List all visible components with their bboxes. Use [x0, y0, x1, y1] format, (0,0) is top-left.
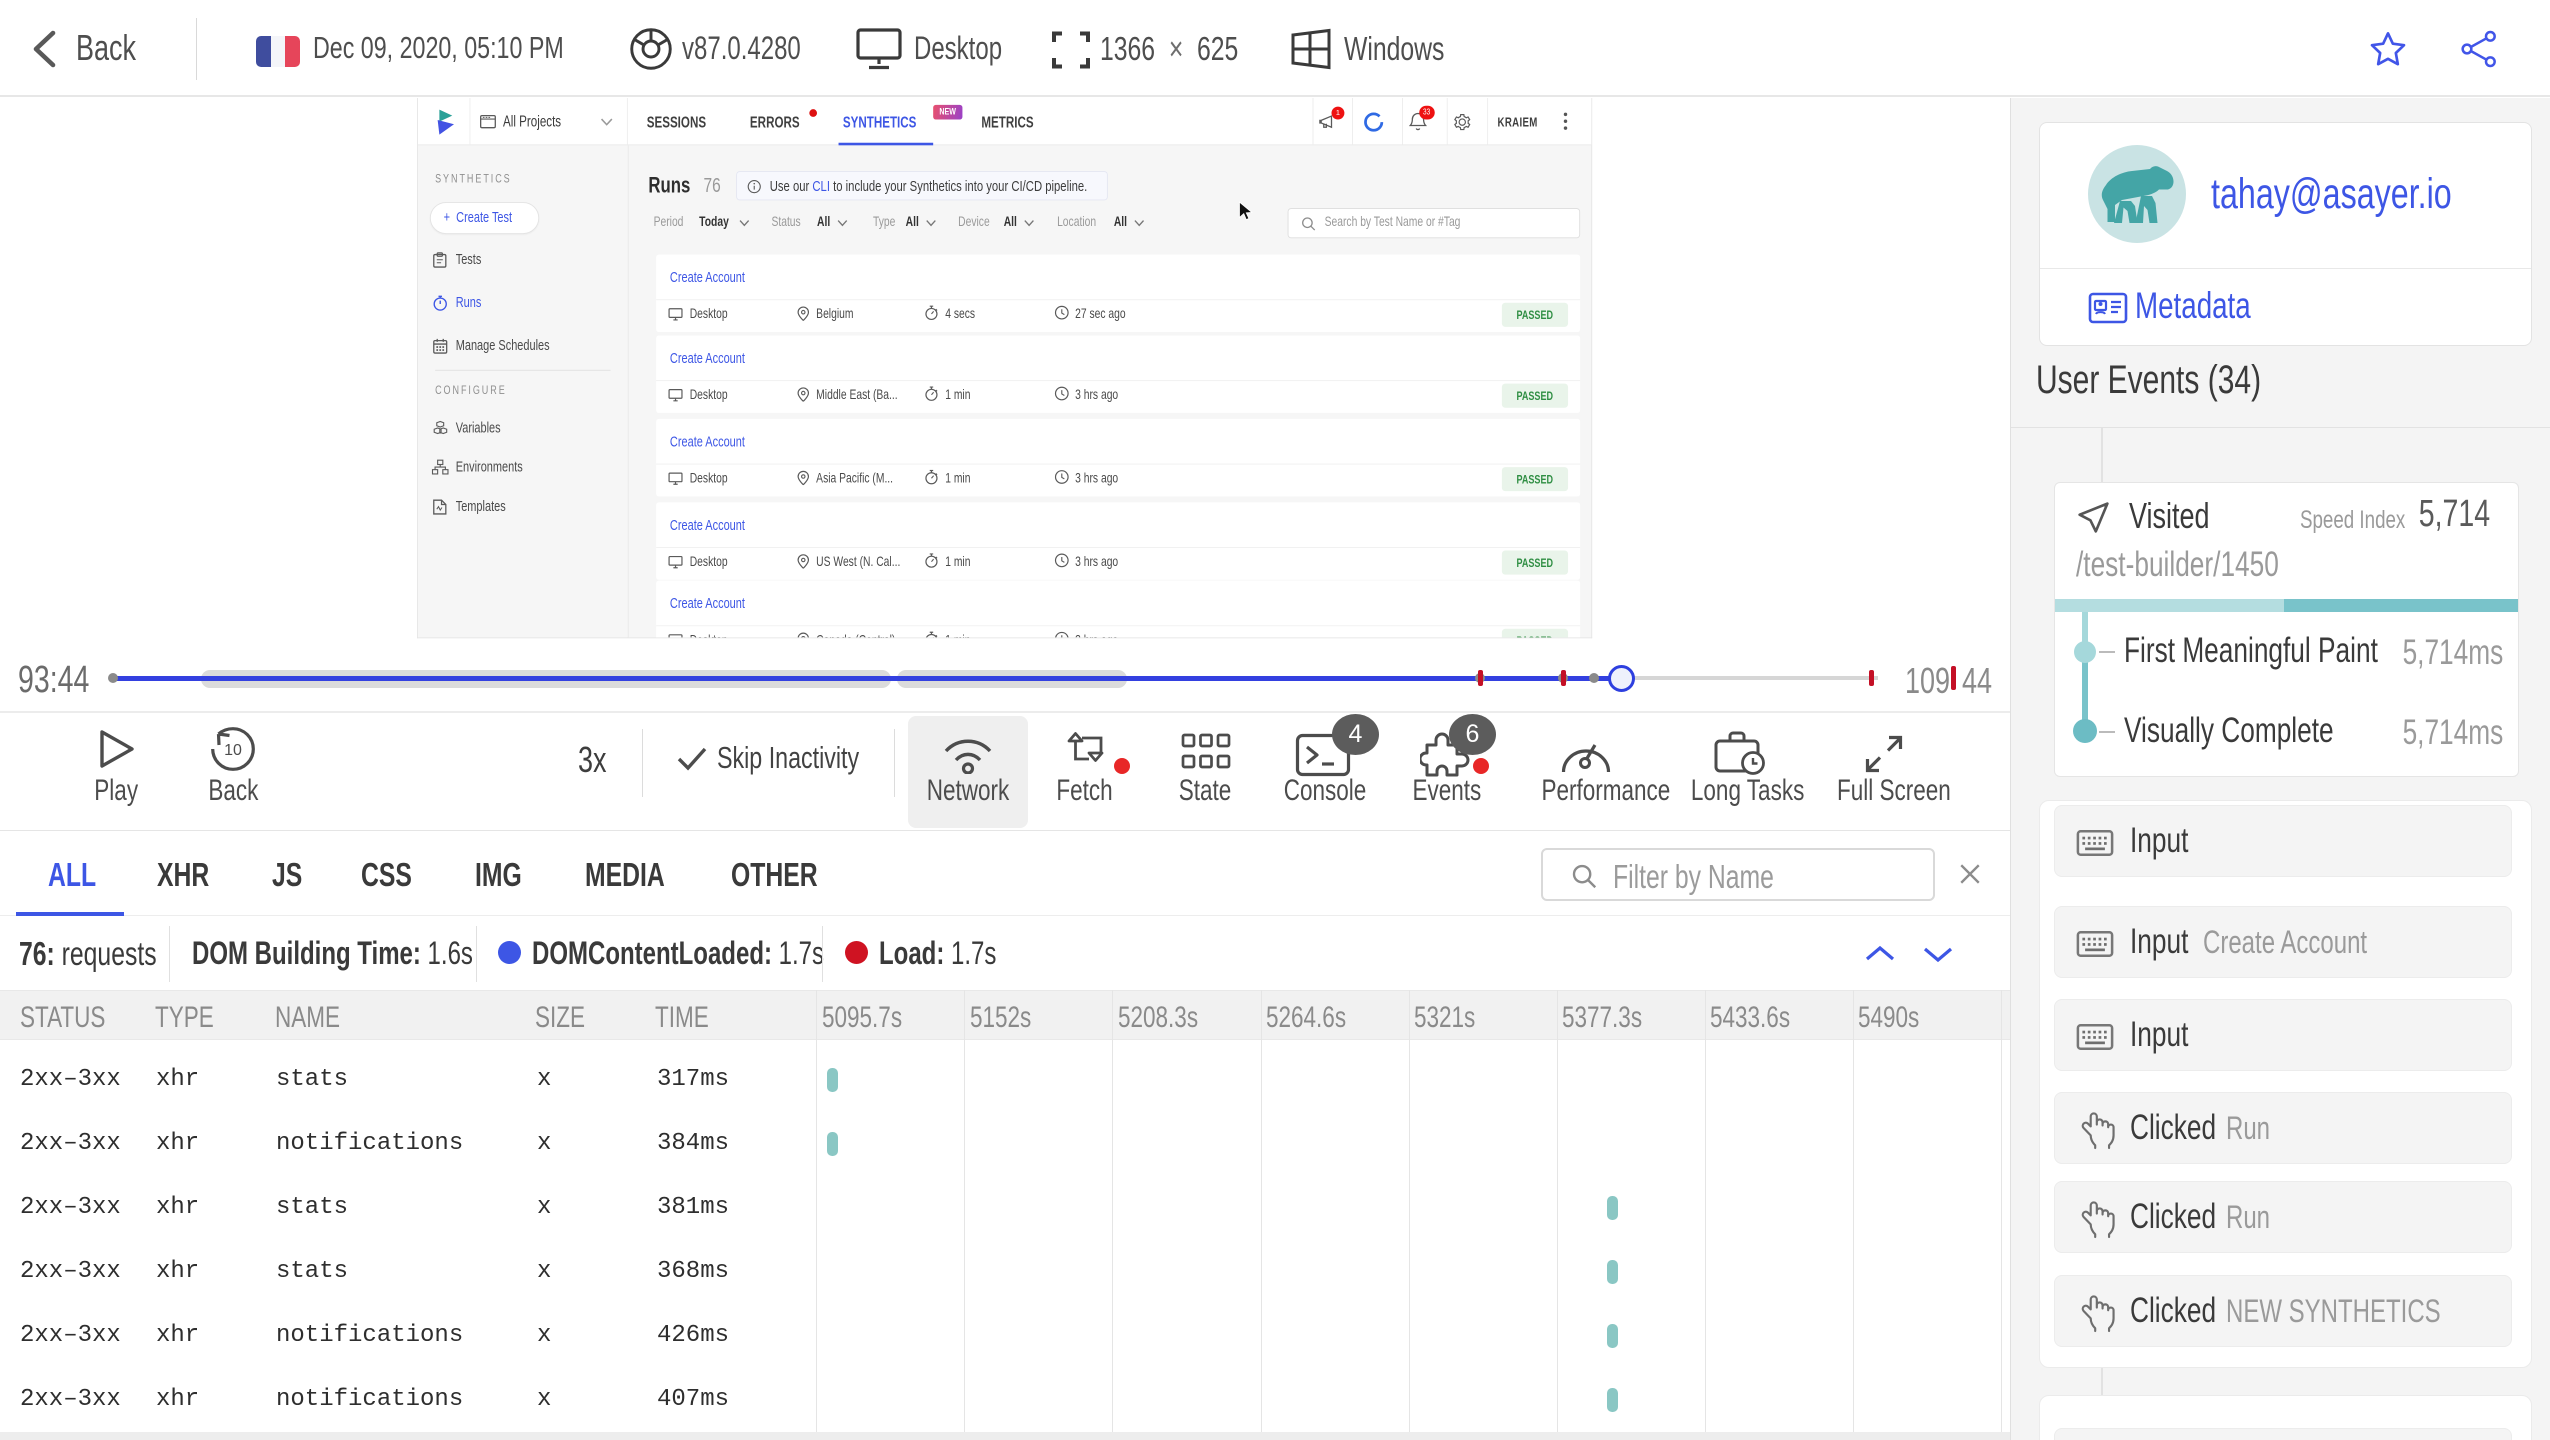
svg-text:10: 10 [224, 742, 242, 759]
